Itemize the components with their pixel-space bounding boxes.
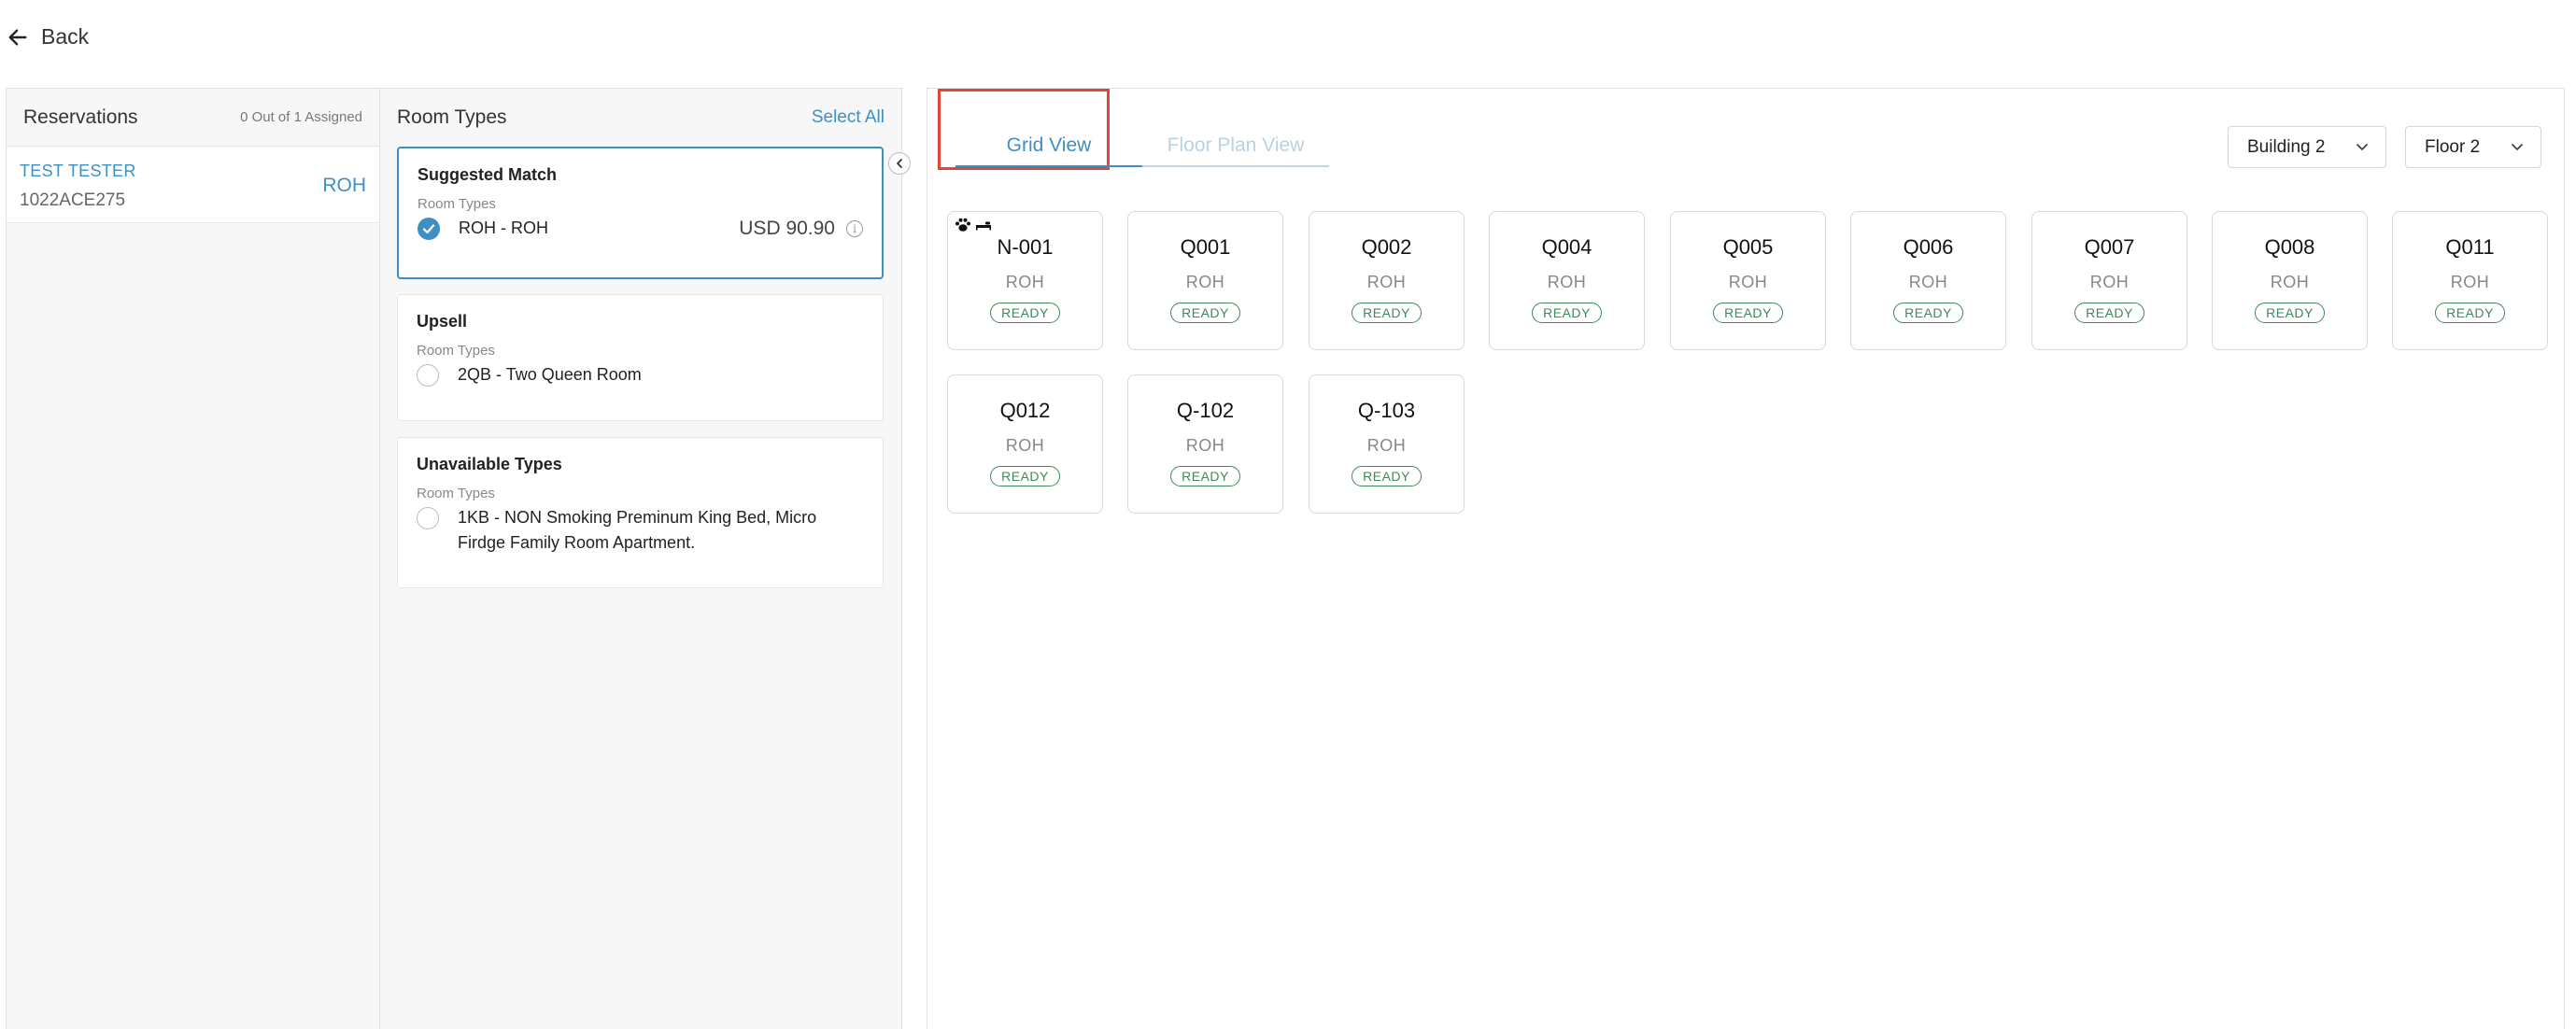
- chevron-down-icon: [2512, 143, 2523, 150]
- room-number: Q008: [2264, 235, 2315, 259]
- reservation-item[interactable]: TEST TESTER 1022ACE275 ROH: [7, 147, 379, 223]
- price-value: USD 90.90: [739, 218, 835, 239]
- unavailable-title: Unavailable Types: [417, 455, 562, 473]
- suggested-match-title: Suggested Match: [418, 165, 558, 184]
- suggested-match-card[interactable]: Suggested Match Room Types ROH - ROH USD…: [397, 147, 884, 279]
- room-number: Q005: [1722, 235, 1774, 259]
- back-button[interactable]: Back: [7, 24, 89, 49]
- room-feature-icons: [955, 218, 992, 233]
- status-badge: READY: [1893, 303, 1963, 323]
- room-card[interactable]: N-001 ROH READY: [947, 211, 1103, 350]
- room-number: Q001: [1180, 235, 1231, 259]
- room-types-panel: Room Types Select All Suggested Match Ro…: [379, 88, 902, 1029]
- bed-icon: [976, 221, 991, 231]
- room-card[interactable]: Q004 ROH READY: [1489, 211, 1645, 350]
- room-type: ROH: [1366, 273, 1407, 291]
- upsell-option-label: 2QB - Two Queen Room: [458, 365, 642, 384]
- floor-select-value: Floor 2: [2425, 136, 2481, 157]
- room-type: ROH: [1005, 436, 1045, 455]
- room-types-title: Room Types: [397, 106, 507, 128]
- room-type: ROH: [1908, 273, 1948, 291]
- room-number: Q007: [2084, 235, 2135, 259]
- room-type: ROH: [1005, 273, 1045, 291]
- paw-icon: [955, 218, 970, 232]
- room-number: Q011: [2445, 235, 2495, 259]
- upsell-title: Upsell: [417, 312, 468, 331]
- status-badge: READY: [990, 303, 1060, 323]
- room-card[interactable]: Q012 ROH READY: [947, 374, 1103, 514]
- unavailable-option-label: 1KB - NON Smoking Preminum King Bed, Mic…: [458, 508, 817, 552]
- building-select[interactable]: Building 2: [2228, 126, 2386, 168]
- suggested-option-label: ROH - ROH: [459, 218, 548, 237]
- upsell-option[interactable]: 2QB - Two Queen Room: [417, 364, 864, 388]
- room-card[interactable]: Q-102 ROH READY: [1127, 374, 1283, 514]
- room-card[interactable]: Q001 ROH READY: [1127, 211, 1283, 350]
- room-number: Q006: [1903, 235, 1954, 259]
- room-types-header: Room Types Select All: [380, 89, 901, 147]
- status-badge: READY: [1532, 303, 1602, 323]
- room-type: ROH: [2089, 273, 2130, 291]
- floor-select[interactable]: Floor 2: [2405, 126, 2541, 168]
- collapse-panel-button[interactable]: [888, 152, 911, 175]
- reservations-title: Reservations: [23, 106, 138, 128]
- status-badge: READY: [1170, 303, 1240, 323]
- unavailable-subtitle: Room Types: [417, 486, 495, 501]
- reservations-panel: Reservations 0 Out of 1 Assigned TEST TE…: [6, 88, 379, 1029]
- room-type: ROH: [1728, 273, 1768, 291]
- room-number: Q002: [1361, 235, 1412, 259]
- upsell-card[interactable]: Upsell Room Types 2QB - Two Queen Room: [397, 294, 884, 421]
- room-card[interactable]: Q008 ROH READY: [2212, 211, 2368, 350]
- suggested-option[interactable]: ROH - ROH USD 90.90 i: [418, 218, 863, 241]
- view-tabs: Grid View Floor Plan View: [955, 126, 1329, 167]
- room-card[interactable]: Q011 ROH READY: [2392, 211, 2548, 350]
- room-number: Q012: [999, 399, 1051, 422]
- room-card[interactable]: Q007 ROH READY: [2031, 211, 2187, 350]
- select-all-link[interactable]: Select All: [812, 107, 885, 128]
- room-type: ROH: [1366, 436, 1407, 455]
- room-card[interactable]: Q-103 ROH READY: [1309, 374, 1465, 514]
- radio-icon[interactable]: [417, 364, 439, 387]
- assigned-count: 0 Out of 1 Assigned: [240, 109, 362, 125]
- status-badge: READY: [2074, 303, 2144, 323]
- building-select-value: Building 2: [2247, 136, 2326, 157]
- status-badge: READY: [1713, 303, 1783, 323]
- room-number: N-001: [997, 235, 1054, 259]
- room-number: Q004: [1541, 235, 1592, 259]
- reservations-header: Reservations 0 Out of 1 Assigned: [7, 89, 379, 147]
- tab-floor-plan-view[interactable]: Floor Plan View: [1142, 126, 1329, 167]
- radio-icon[interactable]: [417, 507, 439, 529]
- room-card[interactable]: Q006 ROH READY: [1850, 211, 2006, 350]
- room-type: ROH: [1547, 273, 1587, 291]
- checked-radio-icon[interactable]: [418, 218, 440, 240]
- room-card[interactable]: Q005 ROH READY: [1670, 211, 1826, 350]
- status-badge: READY: [990, 466, 1060, 486]
- unavailable-card: Unavailable Types Room Types 1KB - NON S…: [397, 437, 884, 588]
- room-type: ROH: [2450, 273, 2490, 291]
- room-type: ROH: [1185, 436, 1225, 455]
- status-badge: READY: [1352, 303, 1422, 323]
- status-badge: READY: [1352, 466, 1422, 486]
- room-card[interactable]: Q002 ROH READY: [1309, 211, 1465, 350]
- tab-grid-view[interactable]: Grid View: [955, 126, 1142, 167]
- room-type: ROH: [2270, 273, 2310, 291]
- room-number: Q-103: [1357, 399, 1416, 422]
- suggested-match-subtitle: Room Types: [418, 196, 496, 212]
- arrow-left-icon: [8, 28, 27, 46]
- back-label: Back: [41, 24, 90, 49]
- status-badge: READY: [2435, 303, 2505, 323]
- suggested-price: USD 90.90 i: [739, 218, 863, 240]
- chevron-down-icon: [2357, 143, 2368, 150]
- unavailable-option[interactable]: 1KB - NON Smoking Preminum King Bed, Mic…: [417, 507, 864, 556]
- room-number: Q-102: [1176, 399, 1235, 422]
- status-badge: READY: [1170, 466, 1240, 486]
- upsell-subtitle: Room Types: [417, 343, 495, 359]
- status-badge: READY: [2255, 303, 2325, 323]
- reservation-room-type: ROH: [322, 175, 366, 196]
- chevron-left-icon: [897, 159, 902, 168]
- info-icon[interactable]: i: [846, 220, 863, 237]
- room-grid-panel: Grid View Floor Plan View Building 2 Flo…: [927, 88, 2565, 1029]
- room-type: ROH: [1185, 273, 1225, 291]
